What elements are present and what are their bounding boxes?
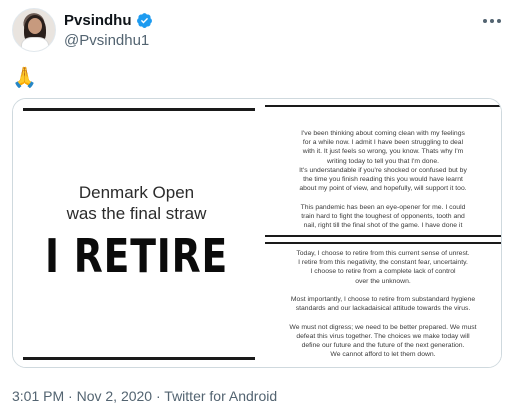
- statement-panel-top: I've been thinking about coming clean wi…: [265, 105, 501, 237]
- image-headline-line1: Denmark Open: [78, 183, 195, 202]
- statement-line: about my point of view, and hopefully, w…: [299, 185, 467, 193]
- verified-badge-icon: [136, 13, 152, 28]
- tweet-text: 🙏: [12, 67, 37, 89]
- statement-line: I choose to retire from a complete lack …: [310, 268, 456, 276]
- statement-line: This pandemic has been an eye-opener for…: [300, 203, 466, 211]
- statement-line: It's understandable if you're shocked or…: [299, 166, 467, 174]
- statement-line: Today, I choose to retire from this curr…: [296, 250, 470, 257]
- display-name[interactable]: Pvsindhu: [64, 12, 132, 29]
- statement-line: Most importantly, I choose to retire fro…: [290, 296, 476, 303]
- statement-line: over the unknown.: [355, 277, 411, 285]
- tweet-source[interactable]: Twitter for Android: [164, 388, 277, 404]
- statement-line: I've been thinking about coming clean wi…: [301, 130, 465, 137]
- name-row: Pvsindhu: [64, 12, 153, 29]
- tweet-date[interactable]: Nov 2, 2020: [77, 388, 153, 404]
- avatar-body: [21, 37, 49, 51]
- statement-panel-bottom: Today, I choose to retire from this curr…: [265, 242, 501, 364]
- more-options-icon[interactable]: [481, 14, 503, 28]
- more-dot: [490, 19, 494, 23]
- statement-line: defeat this virus together. The choices …: [296, 332, 470, 340]
- statement-line: for a while now. I admit I have been str…: [302, 139, 464, 147]
- statement-line: We cannot afford to let them down.: [330, 351, 436, 359]
- image-big-text: I RETIRE: [44, 229, 229, 283]
- bottom-rule: [23, 357, 255, 360]
- statement-line: train hard to fight the toughest of oppo…: [301, 212, 465, 220]
- statement-line: writing today to tell you that I'm done.: [327, 157, 439, 165]
- meta-separator: ·: [64, 388, 77, 404]
- image-headline-line2: was the final straw: [66, 204, 207, 223]
- handle[interactable]: @Pvsindhu1: [64, 32, 149, 49]
- meta-separator: ·: [152, 388, 165, 404]
- tweet-meta: 3:01 PM · Nov 2, 2020 · Twitter for Andr…: [12, 388, 277, 404]
- statement-line: with it. It just feels so wrong, you kno…: [302, 148, 464, 156]
- tweet-media[interactable]: Denmark Open was the final straw I RETIR…: [12, 98, 502, 368]
- statement-line: standards and our lackadaisical attitude…: [295, 305, 471, 313]
- more-dot: [497, 19, 501, 23]
- statement-line: I retire from this negativity, the const…: [298, 259, 468, 267]
- media-image-left[interactable]: Denmark Open was the final straw I RETIR…: [13, 99, 260, 367]
- avatar-face: [28, 18, 42, 34]
- more-dot: [483, 19, 487, 23]
- statement-line: We must not digress; we need to be bette…: [289, 323, 477, 331]
- top-rule: [23, 108, 255, 111]
- avatar[interactable]: [12, 8, 56, 52]
- tweet-time[interactable]: 3:01 PM: [12, 388, 64, 404]
- tweet-header: Pvsindhu @Pvsindhu1: [0, 0, 515, 60]
- statement-line: define our future and the future of the …: [301, 342, 465, 349]
- statement-line: nail, right till the final shot of the g…: [303, 222, 463, 229]
- statement-line: the time you finish reading this you wou…: [303, 176, 463, 183]
- media-image-right[interactable]: I've been thinking about coming clean wi…: [262, 99, 501, 367]
